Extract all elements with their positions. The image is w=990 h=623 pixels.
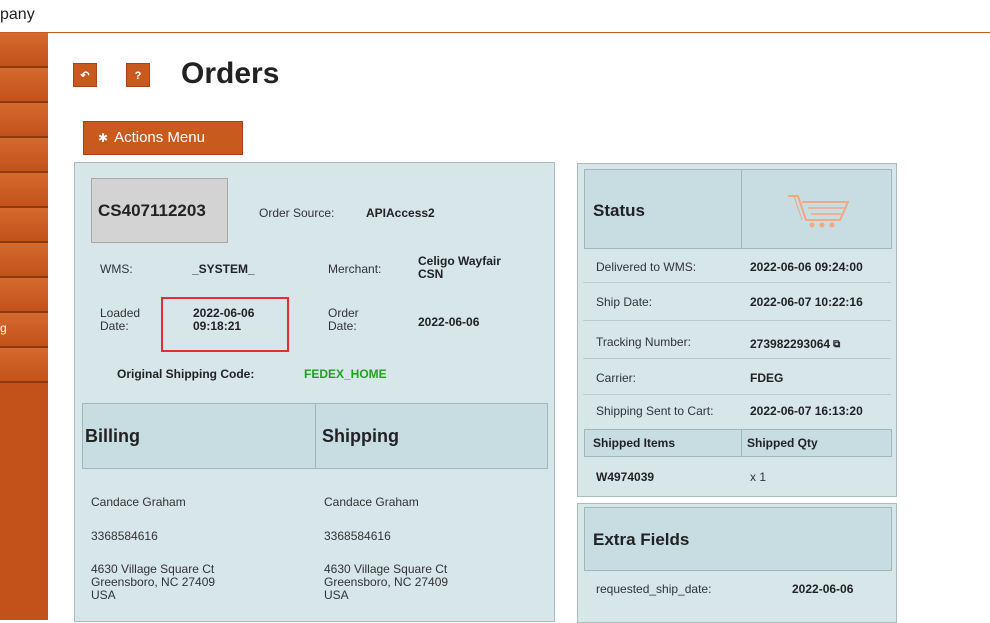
- divider: [583, 320, 891, 321]
- ship-date-label: Ship Date:: [596, 295, 653, 309]
- billing-address-line3: USA: [91, 588, 116, 602]
- billing-header: Billing: [82, 403, 316, 469]
- sidebar-item-label: g: [0, 321, 7, 335]
- order-source-value: APIAccess2: [366, 206, 435, 220]
- sidebar-item-8[interactable]: [0, 278, 48, 313]
- order-date-label-line2: Date:: [328, 319, 357, 333]
- company-label: pany: [0, 6, 35, 23]
- tracking-number-value: 273982293064: [750, 337, 831, 351]
- actions-menu-label: Actions Menu: [114, 129, 205, 146]
- divider: [583, 282, 891, 283]
- back-button[interactable]: ↶: [73, 63, 97, 87]
- ship-date-value: 2022-06-07 10:22:16: [750, 295, 863, 309]
- original-shipping-code-value: FEDEX_HOME: [304, 367, 387, 381]
- shipping-header-label: Shipping: [322, 426, 399, 446]
- loaded-date-label-line2: Date:: [100, 319, 129, 333]
- requested-ship-date-value: 2022-06-06: [792, 582, 854, 596]
- sidebar-item-2[interactable]: [0, 68, 48, 103]
- shipped-item-sku: W4974039: [596, 470, 655, 484]
- sidebar-item-10[interactable]: [0, 348, 48, 383]
- wms-value: _SYSTEM_: [192, 262, 255, 276]
- order-id: CS407112203: [98, 201, 206, 220]
- delivered-to-wms-label: Delivered to WMS:: [596, 260, 697, 274]
- sidebar-item-9[interactable]: g: [0, 313, 48, 348]
- shipping-sent-label: Shipping Sent to Cart:: [596, 404, 714, 418]
- original-shipping-code-label: Original Shipping Code:: [117, 367, 255, 381]
- shopping-cart-icon: [788, 195, 850, 228]
- billing-phone: 3368584616: [91, 529, 158, 543]
- shipped-items-header: Shipped Items: [584, 429, 742, 457]
- merchant-value-line2: CSN: [418, 267, 444, 281]
- tracking-number-label: Tracking Number:: [596, 335, 691, 349]
- delivered-to-wms-value: 2022-06-06 09:24:00: [750, 260, 863, 274]
- back-icon: ↶: [80, 70, 90, 82]
- sidebar-item-7[interactable]: [0, 243, 48, 278]
- divider: [583, 394, 891, 395]
- sidebar-item-3[interactable]: [0, 103, 48, 138]
- loaded-date-value: 2022-06-06 09:18:21: [193, 307, 254, 333]
- extra-fields-header: Extra Fields: [584, 507, 892, 571]
- merchant-label: Merchant:: [328, 262, 382, 276]
- billing-name: Candace Graham: [91, 495, 186, 509]
- shipped-qty-header: Shipped Qty: [741, 429, 892, 457]
- wms-label: WMS:: [100, 262, 133, 276]
- status-header-label: Status: [593, 201, 645, 220]
- carrier-label: Carrier:: [596, 371, 637, 385]
- loaded-date-label: Loaded Date:: [100, 307, 140, 333]
- status-icon-cell: [741, 169, 892, 249]
- carrier-value: FDEG: [750, 371, 784, 385]
- loaded-date-value-line2: 09:18:21: [193, 319, 242, 333]
- actions-menu-button[interactable]: ✱ Actions Menu: [83, 121, 243, 155]
- page-title: Orders: [181, 57, 280, 90]
- help-button[interactable]: ?: [126, 63, 150, 87]
- billing-header-label: Billing: [85, 426, 140, 446]
- sidebar-item-5[interactable]: [0, 173, 48, 208]
- status-header: Status: [584, 169, 742, 249]
- sidebar: g: [0, 33, 48, 620]
- order-date-label: Order Date:: [328, 307, 359, 333]
- divider: [583, 358, 891, 359]
- requested-ship-date-label: requested_ship_date:: [596, 582, 712, 596]
- sidebar-item-1[interactable]: [0, 33, 48, 68]
- shipping-address-line3: USA: [324, 588, 349, 602]
- shipping-sent-value: 2022-06-07 16:13:20: [750, 404, 863, 418]
- merchant-value: Celigo Wayfair CSN: [418, 255, 501, 281]
- tracking-number-link[interactable]: 273982293064 ⧉: [750, 338, 840, 351]
- sidebar-item-6[interactable]: [0, 208, 48, 243]
- shipped-qty-header-label: Shipped Qty: [747, 436, 818, 450]
- shipped-item-qty: x 1: [750, 470, 767, 484]
- shipping-header: Shipping: [315, 403, 548, 469]
- external-link-icon: ⧉: [833, 339, 841, 350]
- help-icon: ?: [134, 70, 142, 82]
- shipping-address: 4630 Village Square Ct Greensboro, NC 27…: [324, 563, 448, 602]
- extra-fields-header-label: Extra Fields: [593, 530, 690, 549]
- shipping-phone: 3368584616: [324, 529, 391, 543]
- gear-icon: ✱: [98, 131, 109, 145]
- billing-address: 4630 Village Square Ct Greensboro, NC 27…: [91, 563, 215, 602]
- order-source-label: Order Source:: [259, 206, 335, 220]
- order-date-value: 2022-06-06: [418, 315, 480, 329]
- top-bar: pany: [0, 0, 990, 33]
- sidebar-item-4[interactable]: [0, 138, 48, 173]
- shipping-name: Candace Graham: [324, 495, 419, 509]
- shipped-items-header-label: Shipped Items: [593, 436, 676, 450]
- order-id-box: CS407112203: [91, 178, 228, 243]
